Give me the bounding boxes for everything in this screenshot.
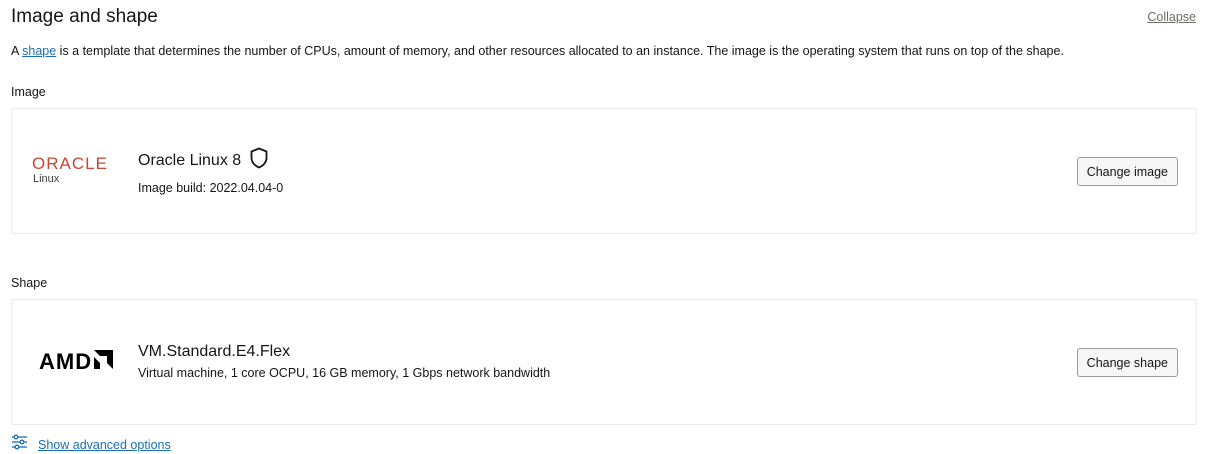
collapse-link[interactable]: Collapse [1147,10,1196,24]
image-info: Oracle Linux 8 Image build: 2022.04.04-0 [138,147,283,195]
oracle-logo-sub: Linux [33,173,60,185]
shape-card: AMD VM.Standard.E4.Flex Virtual machine,… [11,299,1197,425]
image-name: Oracle Linux 8 [138,151,242,169]
image-card: ORACLE Linux Oracle Linux 8 Image build:… [11,108,1197,234]
image-label: Image [11,85,46,99]
shape-name: VM.Standard.E4.Flex [138,343,291,360]
image-build: Image build: 2022.04.04-0 [138,181,284,195]
sliders-icon [11,434,28,454]
shape-details: Virtual machine, 1 core OCPU, 16 GB memo… [138,366,551,380]
change-shape-button[interactable]: Change shape [1076,348,1178,377]
amd-arrow-icon [92,349,114,376]
section-title: Image and shape [11,6,158,27]
oracle-linux-logo: ORACLE Linux [32,109,132,233]
show-advanced-options-link[interactable]: Show advanced options [38,438,171,452]
oracle-logo-word: ORACLE [32,154,108,173]
amd-logo-word: AMD [39,349,93,374]
change-image-button[interactable]: Change image [1076,157,1178,186]
shape-label: Shape [11,276,48,290]
amd-logo: AMD [39,300,139,424]
shield-icon [249,147,269,174]
description-prefix: A [11,44,23,58]
image-name-row: Oracle Linux 8 [138,147,283,174]
show-advanced-options[interactable]: Show advanced options [11,434,171,454]
section-description: A shape is a template that determines th… [11,44,1064,58]
shape-help-link[interactable]: shape [22,44,56,58]
description-suffix: is a template that determines the number… [56,44,1064,58]
shape-info: VM.Standard.E4.Flex Virtual machine, 1 c… [138,343,550,380]
